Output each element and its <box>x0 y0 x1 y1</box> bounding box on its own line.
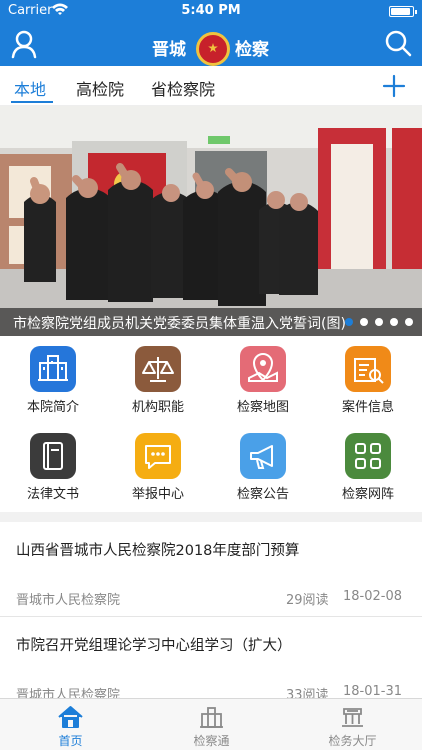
news-read-count: 29阅读 <box>286 593 329 608</box>
news-date: 18-02-08 <box>343 589 403 604</box>
carousel-dot-5[interactable] <box>405 318 413 326</box>
shortcut-report-center[interactable]: 举报中心 <box>113 423 203 502</box>
tab-local[interactable]: 本地 <box>14 76 46 100</box>
carousel-dot-4[interactable] <box>390 318 398 326</box>
battery-icon <box>389 6 417 17</box>
scale-icon <box>135 346 181 392</box>
shortcut-court-intro[interactable]: 本院简介 <box>8 336 98 415</box>
service-hall-icon <box>342 708 363 727</box>
procuratorate-home-screen: Carrier 5:40 PM 晋城 检察 本地 高检院 省检察院 市检察院党组… <box>0 0 422 750</box>
tab-home-label: 首页 <box>58 734 83 748</box>
tab-home[interactable]: 首页 <box>0 699 141 750</box>
tab-procuratorate-link[interactable]: 检察通 <box>141 699 282 750</box>
news-title: 山西省晋城市人民检察院2018年度部门预算 <box>16 543 300 559</box>
procuratorate-emblem-icon <box>196 32 230 66</box>
app-title: 晋城 检察 <box>150 32 275 66</box>
tab-service-hall[interactable]: 检务大厅 <box>282 699 422 750</box>
battery-level-fill <box>391 8 410 15</box>
shortcut-legal-documents[interactable]: 法律文书 <box>8 423 98 502</box>
shortcut-procuratorate-network[interactable]: 检察网阵 <box>323 423 413 502</box>
shortcut-procuratorate-map[interactable]: 检察地图 <box>218 336 308 415</box>
service-shortcuts-grid: 本院简介 机构职能 检察地图 案件信息 法律文书 举报中心 检察公告 检察网阵 <box>0 336 422 512</box>
map-pin-icon <box>240 346 286 392</box>
section-divider <box>0 512 422 522</box>
shortcut-label: 机构职能 <box>131 400 184 415</box>
building-icon <box>30 346 76 392</box>
plus-icon[interactable] <box>380 72 408 100</box>
shortcut-agency-functions[interactable]: 机构职能 <box>113 336 203 415</box>
shortcut-label: 检察地图 <box>236 400 289 415</box>
user-icon[interactable] <box>9 29 39 59</box>
news-carousel[interactable]: 市检察院党组成员机关党委委员集体重温入党誓词(图) <box>0 106 422 336</box>
grid-icon <box>345 433 391 479</box>
tab-supreme-procuratorate[interactable]: 高检院 <box>76 76 124 100</box>
bottom-tab-bar: 首页 检察通 检务大厅 <box>0 698 422 750</box>
carousel-caption-text: 市检察院党组成员机关党委委员集体重温入党誓词(图) <box>13 316 346 332</box>
carousel-pagination <box>345 318 413 326</box>
shortcut-label: 本院简介 <box>26 400 79 415</box>
megaphone-icon <box>240 433 286 479</box>
shortcut-procuratorate-notices[interactable]: 检察公告 <box>218 423 308 502</box>
news-source: 晋城市人民检察院 <box>16 593 121 608</box>
carousel-dot-1[interactable] <box>345 318 353 326</box>
search-icon[interactable] <box>384 29 412 57</box>
shortcut-label: 案件信息 <box>341 400 394 415</box>
title-right: 检察 <box>235 40 269 60</box>
active-tab-indicator <box>11 101 53 103</box>
news-item[interactable]: 山西省晋城市人民检察院2018年度部门预算 晋城市人民检察院 29阅读 18-0… <box>0 522 422 617</box>
carousel-dot-2[interactable] <box>360 318 368 326</box>
carousel-photo <box>0 106 422 336</box>
title-left: 晋城 <box>152 40 186 60</box>
case-search-icon <box>345 346 391 392</box>
tab-procuratorate-link-label: 检察通 <box>193 734 230 748</box>
shortcut-label: 检察公告 <box>236 487 289 502</box>
shortcut-label: 检察网阵 <box>341 487 394 502</box>
shortcut-case-info[interactable]: 案件信息 <box>323 336 413 415</box>
report-chat-icon <box>135 433 181 479</box>
top-navigation-bar: Carrier 5:40 PM 晋城 检察 <box>0 0 422 66</box>
news-title: 市院召开党组理论学习中心组学习（扩大） <box>16 638 292 654</box>
home-icon <box>58 706 83 728</box>
shortcut-label: 法律文书 <box>26 487 79 502</box>
carousel-dot-3[interactable] <box>375 318 383 326</box>
building-outline-icon <box>200 707 223 728</box>
book-icon <box>30 433 76 479</box>
status-time: 5:40 PM <box>181 3 241 18</box>
tab-service-hall-label: 检务大厅 <box>328 734 377 748</box>
tab-provincial-procuratorate[interactable]: 省检察院 <box>151 76 215 100</box>
news-date: 18-01-31 <box>343 684 403 699</box>
shortcut-label: 举报中心 <box>131 487 184 502</box>
status-bar: Carrier 5:40 PM <box>0 0 422 22</box>
news-category-tabs: 本地 高检院 省检察院 <box>0 66 422 106</box>
